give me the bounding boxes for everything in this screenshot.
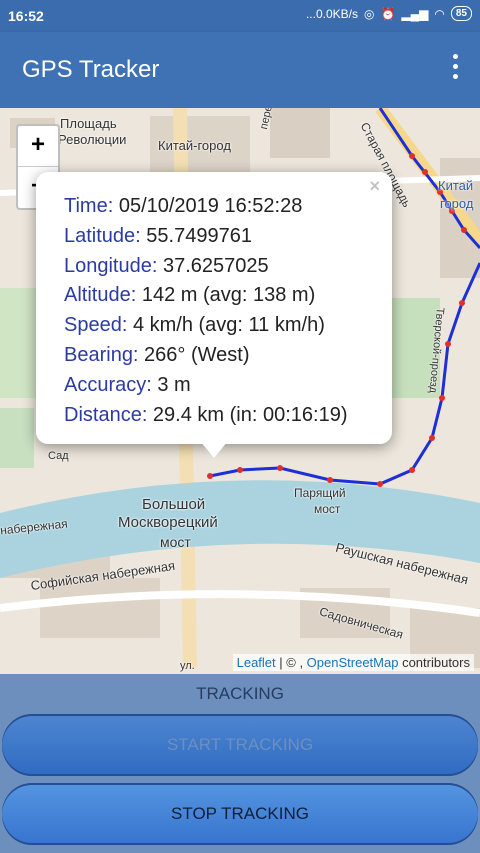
status-time: 16:52 <box>8 8 44 24</box>
osm-link[interactable]: OpenStreetMap <box>307 655 399 670</box>
popup-row-bearing: Bearing: 266° (West) <box>64 343 250 366</box>
battery-icon: 85 <box>450 6 472 21</box>
map-label: Площадь <box>60 116 117 131</box>
popup-details: Time: 05/10/2019 16:52:28 Latitude: 55.7… <box>64 192 347 430</box>
overflow-menu-icon[interactable] <box>450 54 460 84</box>
popup-row-speed: Speed: 4 km/h (avg: 11 km/h) <box>64 314 325 337</box>
popup-row-accuracy: Accuracy: 3 m <box>64 373 191 396</box>
map-label: ул. <box>180 660 195 672</box>
signal-icon: ▂▄▆ <box>401 6 429 21</box>
map-label: мост <box>160 534 191 550</box>
popup-row-latitude: Latitude: 55.7499761 <box>64 224 252 247</box>
close-icon[interactable]: × <box>369 176 380 197</box>
app-title: GPS Tracker <box>22 56 160 83</box>
map-label: Китай-город <box>158 138 231 153</box>
map-label: Парящий <box>294 486 346 500</box>
alarm-icon: ⏰ <box>380 6 396 21</box>
hotspot-icon: ◎ <box>363 6 375 21</box>
net-speed: ...0.0KB/s <box>305 6 358 21</box>
location-popup: × Time: 05/10/2019 16:52:28 Latitude: 55… <box>36 172 392 458</box>
status-icons: ...0.0KB/s ◎ ⏰ ▂▄▆ ◠ 85 <box>306 6 472 21</box>
popup-tip <box>196 436 232 458</box>
start-tracking-button[interactable]: START TRACKING <box>2 714 478 776</box>
zoom-in-button[interactable]: + <box>18 126 58 167</box>
map-attribution: Leaflet | © , OpenStreetMap contributors <box>232 654 474 671</box>
map-label: мост <box>314 502 341 516</box>
map-label: Сад <box>48 450 69 462</box>
app-bar: GPS Tracker <box>0 32 480 108</box>
map-label: Революции <box>58 132 127 147</box>
map-label: Китай <box>438 178 474 193</box>
wifi-icon: ◠ <box>434 6 445 21</box>
map-label: Москворецкий <box>118 514 218 531</box>
map-label: город <box>440 196 474 211</box>
tracking-status-label: TRACKING <box>196 684 284 703</box>
popup-row-altitude: Altitude: 142 m (avg: 138 m) <box>64 284 316 307</box>
status-bar: 16:52 ...0.0KB/s ◎ ⏰ ▂▄▆ ◠ 85 <box>0 0 480 32</box>
popup-row-time: Time: 05/10/2019 16:52:28 <box>64 195 303 217</box>
leaflet-link[interactable]: Leaflet <box>237 655 276 670</box>
stop-tracking-button[interactable]: STOP TRACKING <box>2 783 478 845</box>
popup-row-distance: Distance: 29.4 km (in: 00:16:19) <box>64 403 348 426</box>
popup-row-longitude: Longitude: 37.6257025 <box>64 254 269 277</box>
map-label: Большой <box>142 496 206 513</box>
